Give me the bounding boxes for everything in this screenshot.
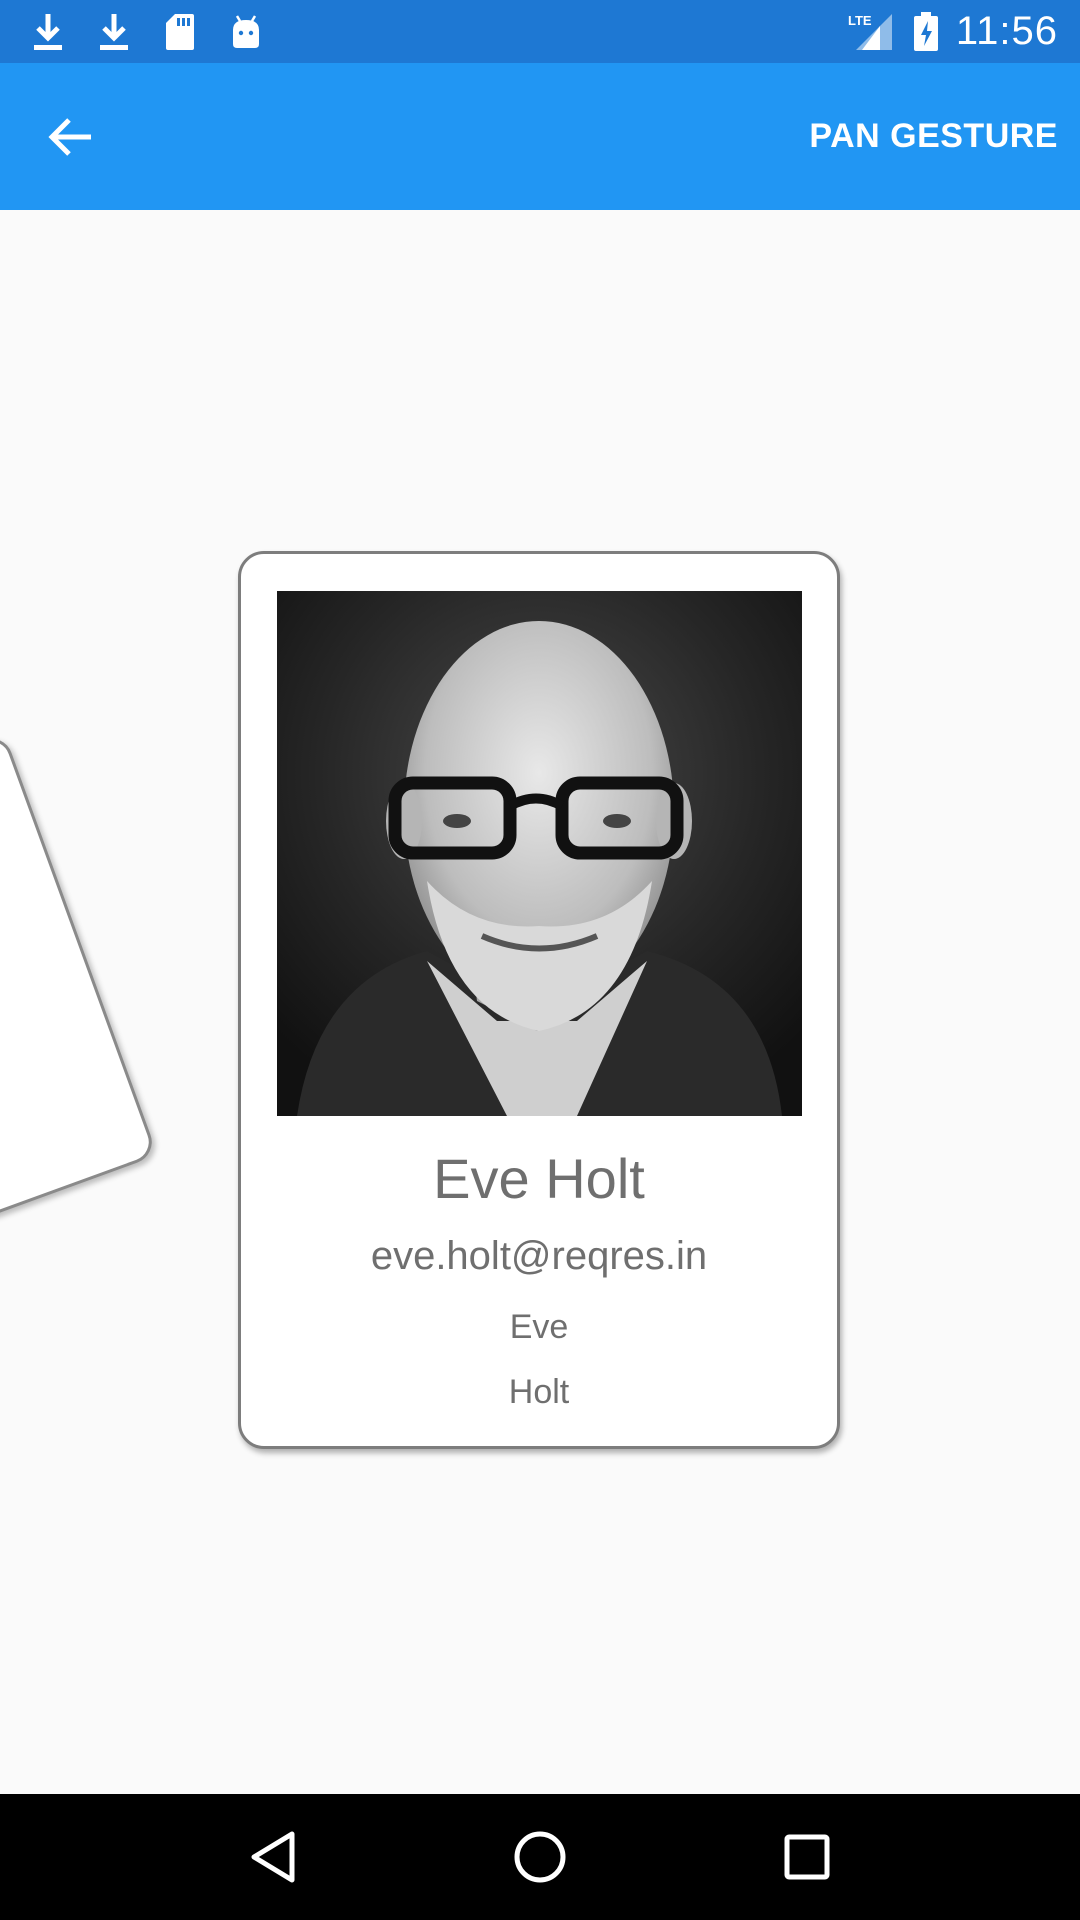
card-full-name: Eve Holt xyxy=(433,1147,645,1210)
person-portrait-image xyxy=(277,591,802,1116)
app-bar: PAN GESTURE xyxy=(0,63,1080,210)
swiped-card[interactable] xyxy=(0,732,158,1258)
sd-card-icon xyxy=(162,12,198,52)
nav-back-button[interactable] xyxy=(228,1812,318,1902)
recents-square-icon xyxy=(784,1834,830,1880)
card-email: eve.holt@reqres.in xyxy=(370,1234,708,1278)
card-first-name: Eve xyxy=(509,1308,569,1346)
download-icon xyxy=(96,12,132,52)
pan-gesture-button[interactable]: PAN GESTURE xyxy=(809,117,1058,156)
back-button[interactable] xyxy=(42,109,98,165)
clock: 11:56 xyxy=(955,9,1058,53)
screen: LTE 11:56 PAN GESTURE Eve Holt eve.holt@… xyxy=(0,0,1080,1920)
back-triangle-icon xyxy=(251,1831,295,1883)
status-bar: LTE 11:56 xyxy=(0,0,1080,63)
card-stack-area: Eve Holt eve.holt@reqres.in Eve Holt xyxy=(0,210,1080,1794)
profile-photo xyxy=(277,591,802,1116)
battery-charging-icon xyxy=(912,11,940,52)
home-circle-icon xyxy=(514,1831,566,1883)
nav-recents-button[interactable] xyxy=(762,1812,852,1902)
profile-card[interactable]: Eve Holt eve.holt@reqres.in Eve Holt xyxy=(238,551,840,1449)
lte-signal-icon: LTE xyxy=(848,12,896,52)
card-last-name: Holt xyxy=(508,1373,570,1411)
svg-text:LTE: LTE xyxy=(848,13,872,28)
android-icon xyxy=(228,12,264,52)
status-notifications xyxy=(30,12,264,52)
navigation-bar xyxy=(0,1794,1080,1920)
download-icon xyxy=(30,12,66,52)
arrow-left-icon xyxy=(48,117,91,156)
nav-home-button[interactable] xyxy=(495,1812,585,1902)
status-system: LTE 11:56 xyxy=(848,9,1058,54)
